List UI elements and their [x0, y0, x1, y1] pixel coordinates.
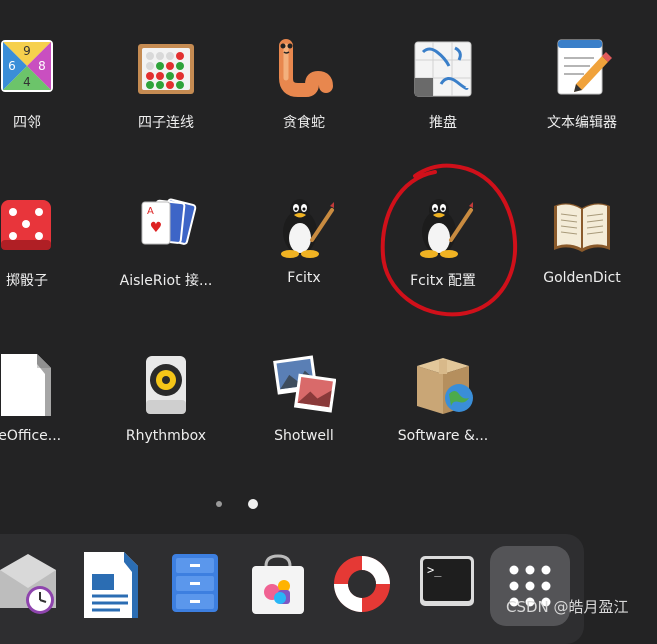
tetravex-icon: 9 6 8 4	[0, 38, 59, 102]
playing-cards-icon: A ♥	[134, 196, 198, 260]
dock-help[interactable]	[330, 552, 390, 618]
app-four-neighbors[interactable]: 9 6 8 4 四邻	[0, 38, 92, 132]
lifebuoy-icon	[334, 556, 390, 612]
app-software[interactable]: Software &...	[378, 354, 508, 444]
app-label: GoldenDict	[543, 270, 621, 286]
app-shotwell[interactable]: Shotwell	[239, 354, 369, 444]
app-label: Fcitx	[287, 270, 321, 286]
app-label: 四邻	[13, 115, 41, 131]
page-dot[interactable]	[216, 501, 222, 507]
dice-icon	[0, 196, 59, 260]
app-label: Rhythmbox	[125, 428, 207, 444]
libreoffice-document-icon	[0, 354, 59, 418]
app-aisleriot[interactable]: A ♥ AisleRiot 接...	[101, 196, 231, 290]
app-label: reOffice...	[0, 428, 62, 444]
photos-icon	[272, 354, 337, 418]
sliding-puzzle-icon	[411, 38, 475, 102]
open-book-icon	[550, 196, 614, 260]
svg-text:8: 8	[38, 59, 46, 73]
app-label: 推盘	[429, 115, 457, 131]
mail-clock-icon	[0, 554, 56, 614]
svg-text:♥: ♥	[150, 220, 163, 236]
tux-penguin-icon	[272, 196, 336, 260]
shopping-bag-icon	[252, 554, 304, 614]
four-in-a-row-icon	[134, 38, 198, 102]
app-text-editor[interactable]: 文本编辑器	[517, 38, 647, 132]
app-label: Software &...	[397, 428, 489, 444]
page-dot-active[interactable]	[248, 499, 258, 509]
app-label: 掷骰子	[6, 273, 48, 289]
speaker-icon	[134, 354, 198, 418]
svg-text:6: 6	[8, 59, 16, 73]
snake-icon	[272, 38, 336, 102]
annotation-circle	[380, 163, 518, 317]
app-taquin[interactable]: 推盘	[378, 38, 508, 132]
dock-terminal[interactable]: >_	[418, 552, 478, 618]
app-label: 贪食蛇	[283, 115, 325, 131]
app-rhythmbox[interactable]: Rhythmbox	[101, 354, 231, 444]
dock-software-store[interactable]	[248, 552, 308, 618]
app-nibbles[interactable]: 贪食蛇	[239, 38, 369, 132]
terminal-icon: >_	[420, 556, 474, 606]
dock-mail-clock[interactable]	[0, 552, 58, 618]
app-goldendict[interactable]: GoldenDict	[517, 196, 647, 286]
app-libreoffice[interactable]: reOffice...	[0, 354, 92, 444]
svg-text:9: 9	[23, 44, 31, 58]
app-dice[interactable]: 掷骰子	[0, 196, 92, 290]
software-package-icon	[411, 354, 475, 418]
writer-document-icon	[84, 552, 138, 618]
app-label: 四子连线	[138, 115, 194, 131]
svg-text:A: A	[147, 206, 154, 217]
svg-text:4: 4	[23, 75, 31, 89]
text-editor-icon	[550, 38, 614, 102]
watermark: CSDN @皓月盈江	[506, 598, 629, 616]
dock-files[interactable]	[166, 552, 226, 618]
svg-text:>_: >_	[427, 563, 442, 577]
app-label: AisleRiot 接...	[119, 273, 213, 289]
file-cabinet-icon	[172, 554, 218, 612]
app-fcitx[interactable]: Fcitx	[239, 196, 369, 286]
app-label: Shotwell	[274, 428, 334, 444]
app-four-in-a-row[interactable]: 四子连线	[101, 38, 231, 132]
app-label: 文本编辑器	[547, 115, 617, 131]
dock-libreoffice-writer[interactable]	[82, 552, 142, 618]
page-indicator	[0, 498, 657, 512]
